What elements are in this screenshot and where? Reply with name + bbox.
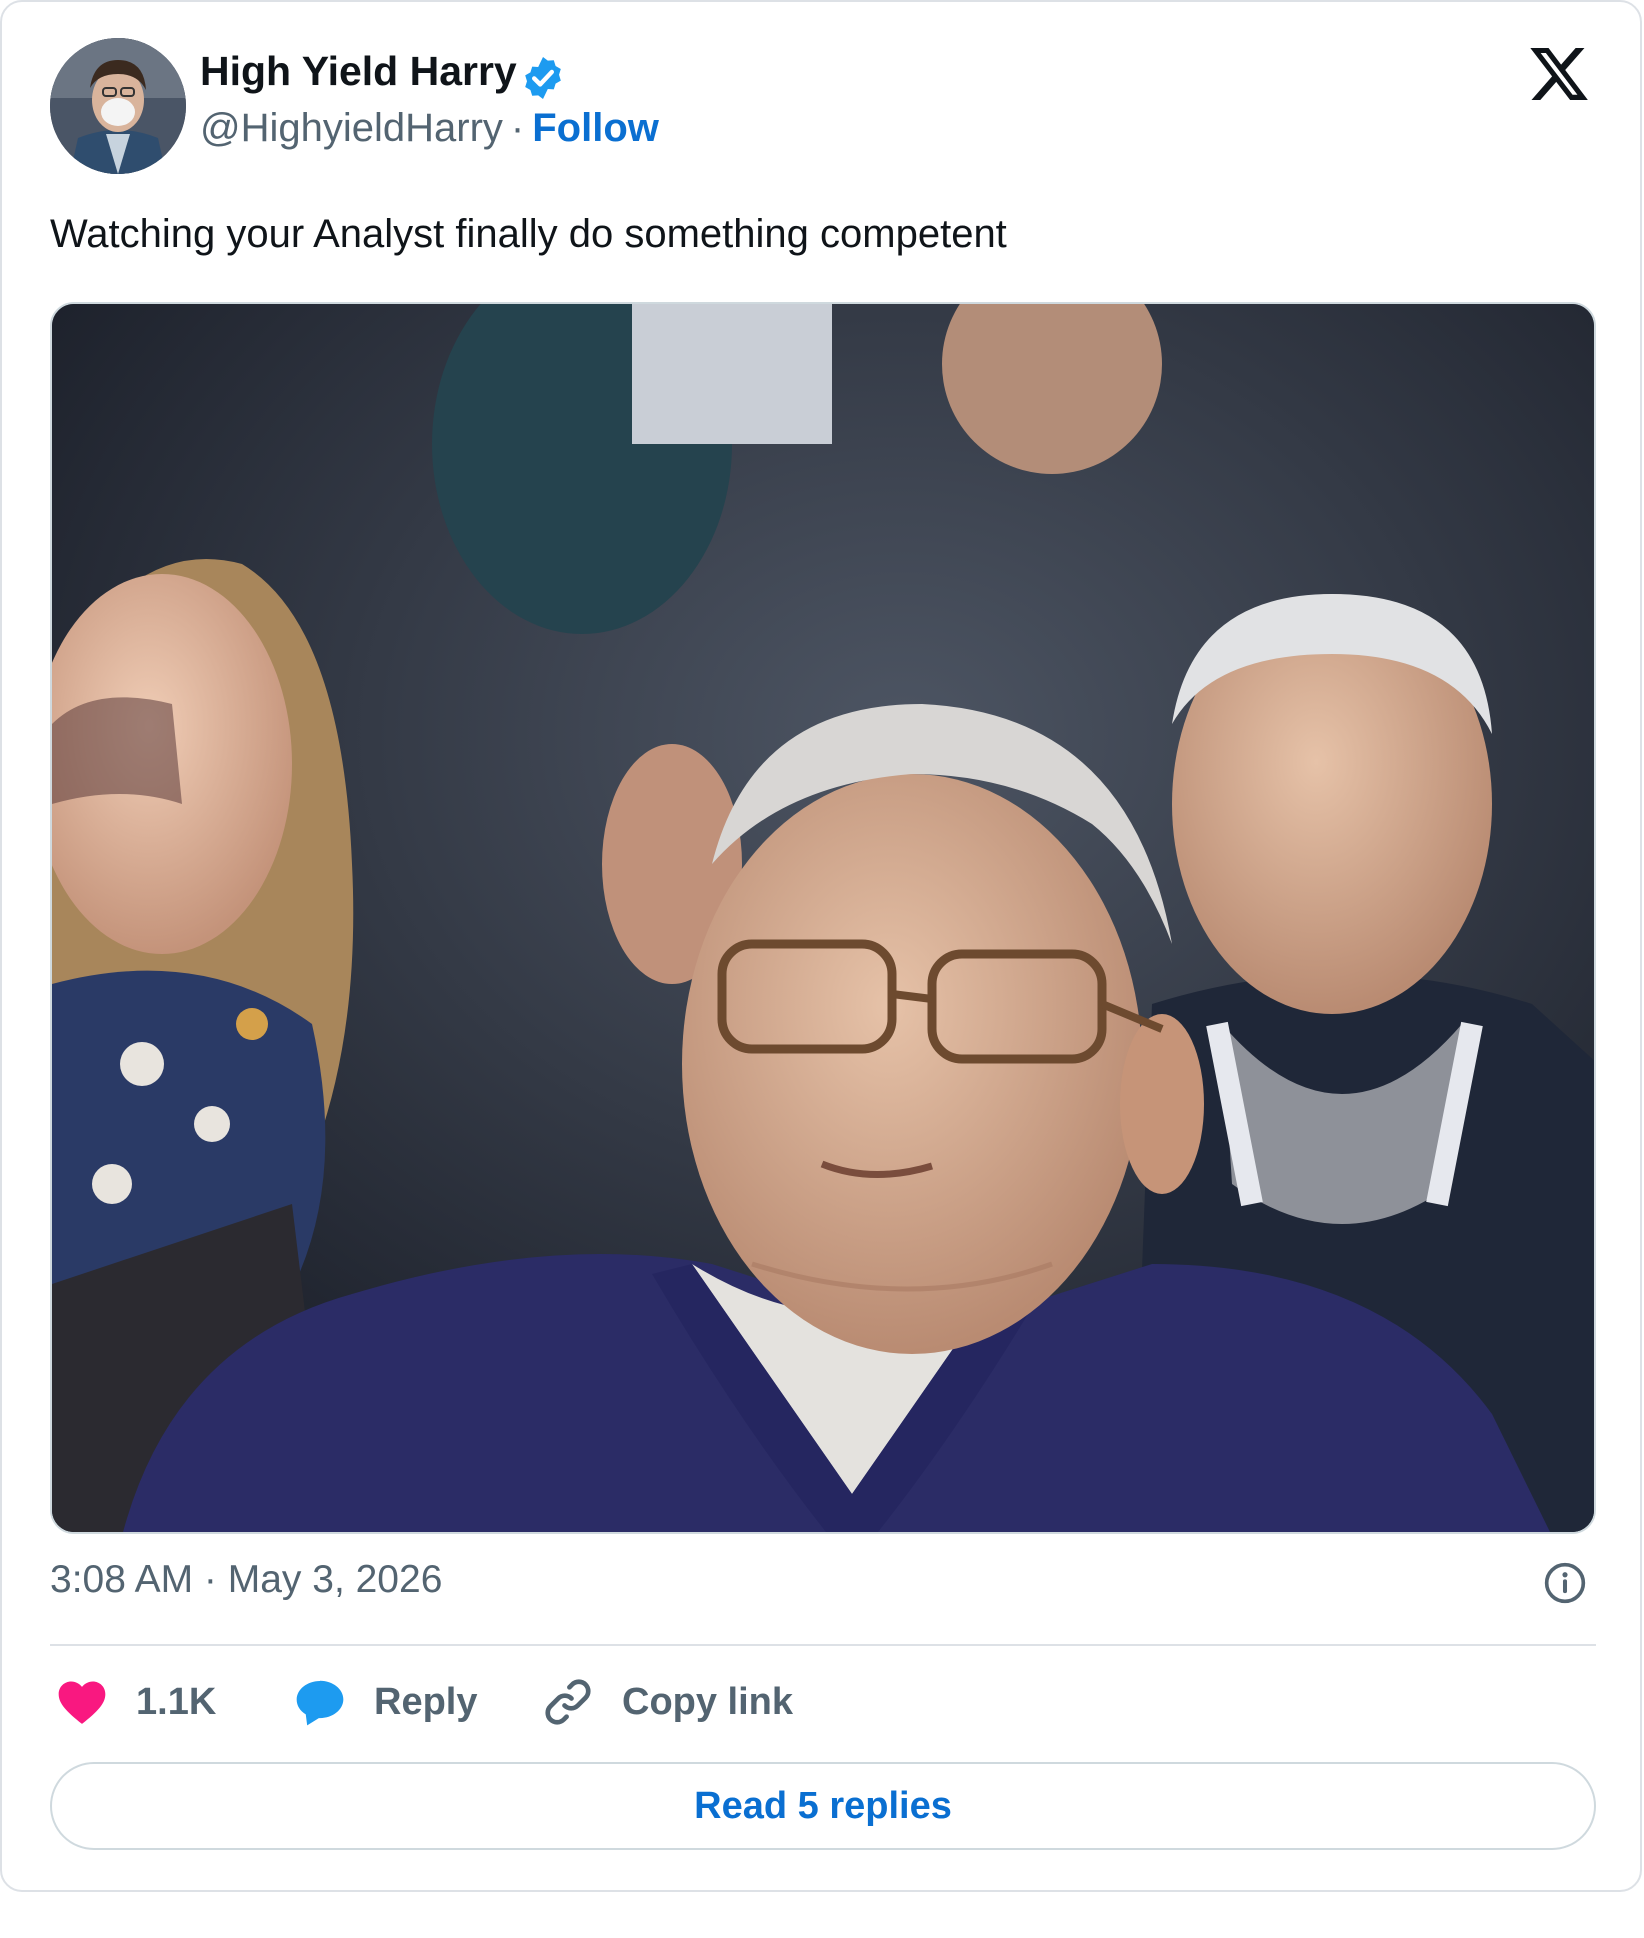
info-icon[interactable] [1543, 1561, 1587, 1605]
author-name[interactable]: High Yield Harry [200, 48, 517, 95]
link-icon [545, 1679, 591, 1725]
x-logo-icon[interactable] [1526, 42, 1592, 106]
heart-icon [58, 1681, 106, 1724]
tweet-text: Watching your Analyst finally do somethi… [50, 212, 1007, 256]
avatar[interactable] [50, 38, 186, 174]
read-replies-button[interactable]: Read 5 replies [50, 1762, 1596, 1850]
verified-badge-icon [525, 57, 561, 99]
tweet-photo[interactable] [50, 302, 1596, 1534]
separator: · [510, 106, 525, 150]
divider [50, 1644, 1596, 1646]
tweet-timestamp[interactable]: 3:08 AM · May 3, 2026 [50, 1558, 442, 1602]
like-button[interactable]: 1.1K [54, 1670, 216, 1734]
copy-link-label: Copy link [622, 1680, 794, 1723]
copy-link-button[interactable]: Copy link [540, 1670, 793, 1734]
author-handle[interactable]: @HighyieldHarry [200, 106, 503, 150]
reply-bubble-icon [296, 1680, 344, 1726]
like-count: 1.1K [136, 1680, 217, 1723]
tweet-card: High Yield Harry @HighyieldHarry · Follow … [0, 0, 1642, 1892]
follow-button[interactable]: Follow [532, 106, 659, 150]
author-handle-row: @HighyieldHarry · Follow [200, 106, 659, 151]
reply-label: Reply [374, 1680, 478, 1723]
reply-button[interactable]: Reply [292, 1670, 477, 1734]
